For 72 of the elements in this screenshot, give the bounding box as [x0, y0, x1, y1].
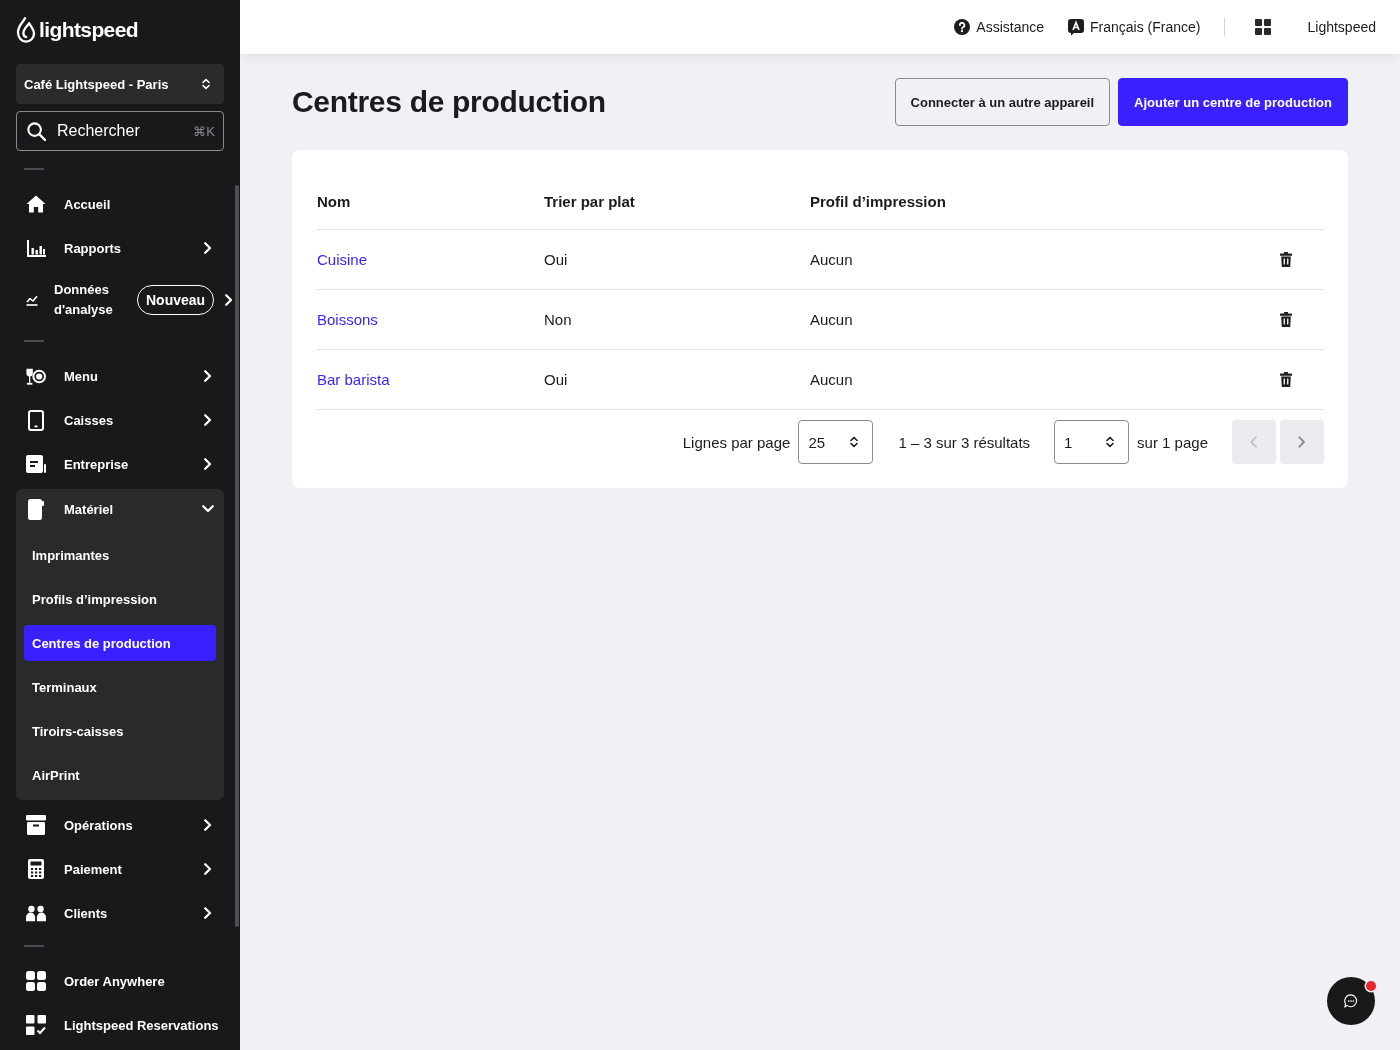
account-menu[interactable]: Lightspeed — [1307, 19, 1376, 35]
name-link[interactable]: Bar barista — [317, 371, 390, 388]
nav-item[interactable]: Données d'analyse Nouveau — [16, 270, 224, 330]
four-blocks-icon — [26, 971, 46, 991]
help-icon — [954, 19, 971, 35]
column-header: Profil d’impression — [810, 193, 946, 210]
search-button[interactable]: Rechercher ⌘K — [16, 111, 224, 151]
chevrons-up-down-icon — [850, 436, 859, 448]
apps-grid-icon[interactable] — [1255, 19, 1272, 35]
archive-box-icon — [26, 815, 46, 835]
tablet-icon — [28, 409, 44, 431]
brand-name: lightspeed — [39, 18, 138, 42]
nav-subitem[interactable]: AirPrint — [24, 757, 216, 793]
translate-icon — [1068, 18, 1084, 36]
home-icon — [26, 195, 46, 213]
page-title: Centres de production — [292, 85, 606, 119]
chat-icon — [1344, 994, 1358, 1008]
nav-item[interactable]: Caisses — [16, 398, 224, 442]
table-cell: Aucun — [810, 371, 853, 388]
nav-item[interactable]: Menu — [16, 354, 224, 398]
nav-item[interactable]: Entreprise — [16, 442, 224, 486]
name-link[interactable]: Boissons — [317, 311, 378, 328]
trash-icon[interactable] — [1280, 252, 1292, 267]
table-cell: Oui — [544, 251, 568, 268]
nav-item[interactable]: Rapports — [16, 226, 224, 270]
rows-per-page-select[interactable]: 25 — [798, 420, 874, 464]
people-icon — [26, 904, 46, 922]
nav-subitem[interactable]: Centres de production — [24, 625, 216, 661]
scrollbar-thumb[interactable] — [235, 185, 239, 927]
nav-subitem[interactable]: Imprimantes — [24, 537, 216, 573]
flame-icon — [16, 17, 36, 43]
document-icon — [26, 455, 46, 473]
nav-item[interactable]: Order Anywhere — [16, 959, 224, 1003]
nav-item[interactable]: Accueil — [16, 182, 224, 226]
nav-item[interactable]: Matériel — [16, 489, 224, 529]
table-cell: Non — [544, 311, 572, 328]
chevron-right-icon — [1298, 436, 1306, 448]
trash-icon[interactable] — [1280, 312, 1292, 327]
payment-terminal-icon — [28, 859, 44, 879]
column-header: Trier par plat — [544, 193, 635, 210]
location-selector[interactable]: Café Lightspeed - Paris — [16, 64, 224, 104]
chevrons-up-down-icon — [1106, 436, 1115, 448]
bar-chart-icon — [26, 239, 46, 257]
table-cell: Aucun — [810, 311, 853, 328]
language-selector[interactable]: Français (France) — [1068, 18, 1201, 36]
table-cell: Oui — [544, 371, 568, 388]
add-production-center-button[interactable]: Ajouter un centre de production — [1118, 78, 1348, 126]
connect-device-button[interactable]: Connecter à un autre appareil — [894, 78, 1111, 126]
page-count-label: sur 1 page — [1137, 433, 1208, 451]
chevron-left-icon — [1250, 436, 1258, 448]
nav-subitem[interactable]: Profils d’impression — [24, 581, 216, 617]
page-select[interactable]: 1 — [1054, 420, 1130, 464]
table-cell: Aucun — [810, 251, 853, 268]
nav-subitem[interactable]: Tiroirs-caisses — [24, 713, 216, 749]
trend-line-icon — [26, 294, 38, 306]
rows-per-page-label: Lignes par page — [682, 433, 791, 451]
device-icon — [28, 498, 44, 520]
name-link[interactable]: Cuisine — [317, 251, 368, 268]
grid-check-icon — [26, 1015, 46, 1035]
trash-icon[interactable] — [1280, 372, 1292, 387]
nav-item[interactable]: Opérations — [16, 803, 224, 847]
chevrons-up-down-icon — [202, 78, 210, 90]
nav-subitem[interactable]: Terminaux — [24, 669, 216, 705]
nav-item[interactable]: Lightspeed Reservations — [16, 1003, 224, 1047]
help-link[interactable]: Assistance — [954, 19, 1044, 35]
column-header: Nom — [317, 193, 351, 210]
chat-button[interactable] — [1327, 977, 1375, 1025]
results-summary: 1 – 3 sur 3 résultats — [898, 433, 1031, 451]
nav-item[interactable]: Clients — [16, 891, 224, 935]
search-icon — [27, 121, 46, 141]
plate-and-glass-icon — [26, 366, 46, 386]
nav-item[interactable]: Paiement — [16, 847, 224, 891]
